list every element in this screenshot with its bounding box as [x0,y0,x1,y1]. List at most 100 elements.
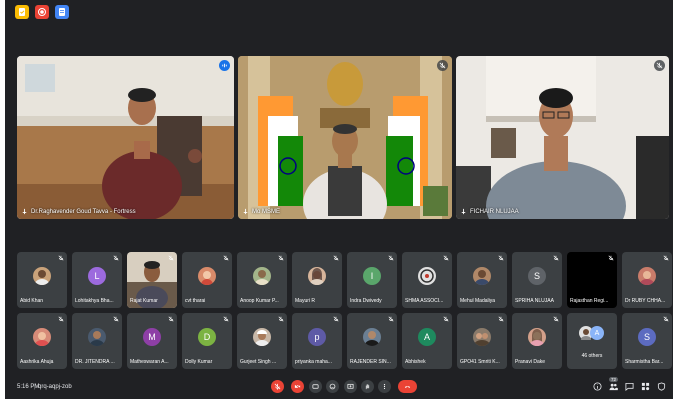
hand-icon [365,384,370,390]
participant-tile[interactable]: SHMA ASSOCI... [402,252,452,308]
mic-muted-icon [168,316,174,322]
featured-tile-2[interactable]: Mo MSME [238,56,452,219]
participant-tile[interactable]: Rajat Kumar [127,252,177,308]
mic-toggle-button[interactable] [271,380,284,393]
captions-button[interactable] [309,380,322,393]
participant-tile[interactable]: I Indra Dwivedy [347,252,397,308]
participant-tile[interactable]: Mehul Madaliya [457,252,507,308]
participant-photo [473,267,491,285]
mic-muted-icon [498,316,504,322]
reactions-button[interactable] [326,380,339,393]
camera-off-icon [294,383,301,390]
featured-name-2: Mo MSME [242,208,280,215]
activities-icon[interactable] [641,382,650,391]
featured-name-3: FICHAIR NLUJAA [460,208,519,215]
participant-name: Anoop Kumar P... [240,298,279,304]
participant-tile[interactable]: Anoop Kumar P... [237,252,287,308]
mic-muted-icon [654,60,665,71]
meeting-code: qrq-aqpj-zob [38,384,72,390]
participant-avatar: S [528,267,546,285]
participant-tile[interactable]: Aashrika Ahuja [17,313,67,369]
participant-name: priyanka maha... [295,359,332,365]
others-initial-avatar: A [590,326,604,340]
mic-muted-icon [168,255,174,261]
tasks-app-icon[interactable] [15,5,29,19]
participant-tile[interactable]: Pranavi Dake [512,313,562,369]
participant-photo [33,267,51,285]
others-tile[interactable]: A 46 others [567,313,617,369]
top-app-icons [15,5,69,19]
participant-tile[interactable]: Gurjeet Singh ... [237,313,287,369]
participant-tile[interactable]: cvt tharai [182,252,232,308]
participant-avatar: A [418,328,436,346]
participant-tile[interactable]: Rajasthan Regi... [567,252,617,308]
participant-name: Gurjeet Singh ... [240,359,277,365]
clock: 5:16 PM [17,384,40,390]
participant-name: Sharmistha Bar... [625,359,664,365]
pin-icon [243,208,248,215]
participant-tile[interactable]: Abid Khan [17,252,67,308]
raise-hand-button[interactable] [361,380,374,393]
leave-call-button[interactable] [398,380,417,393]
participant-photo [253,267,271,285]
participant-tile[interactable]: L Lohitakhya Bha... [72,252,122,308]
featured-tile-1[interactable]: Dr.Raghavender Goud Tavva - Fortress [17,56,234,219]
more-options-button[interactable] [378,380,391,393]
meet-window: Dr.Raghavender Goud Tavva - Fortress Mo … [5,0,673,399]
mic-muted-icon [278,255,284,261]
mic-muted-icon [388,255,394,261]
mic-muted-icon [113,316,119,322]
camera-toggle-button[interactable] [291,380,304,393]
participant-photo [528,328,546,346]
mic-muted-icon [437,60,448,71]
featured-label-1: Dr.Raghavender Goud Tavva - Fortress [31,208,136,215]
mic-muted-icon [388,316,394,322]
bottom-bar: 5:16 PM | qrq-aqpj-zob 72 [5,375,673,399]
participant-name: Matheswaran A... [130,359,169,365]
participant-name: Dolly Kumar [185,359,213,365]
participant-avatar: I [363,267,381,285]
participant-name: Indra Dwivedy [350,298,382,304]
participant-photo [253,328,271,346]
participant-photo [33,328,51,346]
participant-tile[interactable]: S SPRIHA NLUJAA [512,252,562,308]
participant-tile[interactable]: D Dolly Kumar [182,313,232,369]
people-icon[interactable] [609,382,618,391]
captions-icon [312,384,319,389]
mic-muted-icon [58,316,64,322]
mic-muted-icon [663,316,669,322]
record-app-icon[interactable] [35,5,49,19]
participant-name: Abid Khan [20,298,44,304]
organization-logo [418,267,436,285]
participant-name: Lohitakhya Bha... [75,298,114,304]
participant-tile[interactable]: DR. JITENDRA ... [72,313,122,369]
participant-name: Rajat Kumar [130,298,158,304]
participant-tile[interactable]: S Sharmistha Bar... [622,313,672,369]
participant-name: Mayuri R [295,298,316,304]
participant-tile[interactable]: p priyanka maha... [292,313,342,369]
mic-muted-icon [553,316,559,322]
docs-app-icon[interactable] [55,5,69,19]
participant-avatar: D [198,328,216,346]
chat-icon[interactable] [625,382,634,391]
participant-photo [473,328,491,346]
featured-label-3: FICHAIR NLUJAA [470,208,519,215]
participant-name: Mehul Madaliya [460,298,496,304]
host-controls-icon[interactable] [657,382,666,391]
participant-tile[interactable]: Dr RUBY CHHA... [622,252,672,308]
phone-hangup-icon [404,386,411,388]
participant-name: Aashrika Ahuja [20,359,54,365]
participant-tile[interactable]: GPO41 Smriti K... [457,313,507,369]
featured-tile-3[interactable]: FICHAIR NLUJAA [456,56,669,219]
mic-muted-icon [443,255,449,261]
participant-tile[interactable]: Mayuri R [292,252,342,308]
mic-muted-icon [278,316,284,322]
participant-avatar: L [88,267,106,285]
participant-tile[interactable]: A Abhishek [402,313,452,369]
present-button[interactable] [344,380,357,393]
mic-off-icon [274,383,281,390]
mic-muted-icon [498,255,504,261]
info-icon[interactable] [593,382,602,391]
participant-tile[interactable]: M Matheswaran A... [127,313,177,369]
participant-tile[interactable]: RAJENDER SIN... [347,313,397,369]
